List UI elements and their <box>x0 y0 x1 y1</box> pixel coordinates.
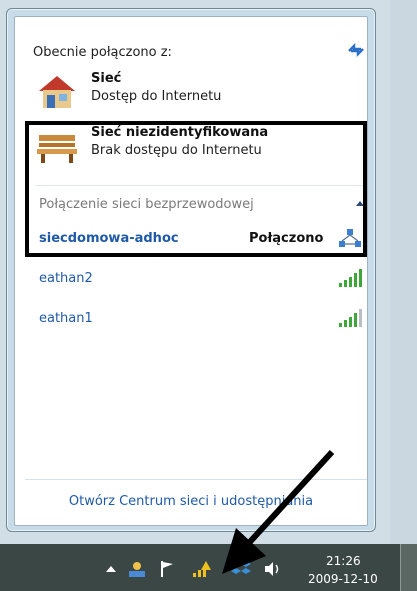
annotation-highlight-box <box>25 121 367 257</box>
clock-time[interactable]: 21:26 <box>326 554 361 568</box>
wifi-network-item[interactable]: eathan2 <box>39 269 367 295</box>
clock-date[interactable]: 2009-12-10 <box>308 572 378 586</box>
open-network-center-link[interactable]: Otwórz Centrum sieci i udostępniania <box>7 494 375 509</box>
refresh-icon[interactable] <box>345 39 367 61</box>
action-center-flag-icon[interactable] <box>156 558 178 580</box>
network-status: Dostęp do Internetu <box>91 89 222 104</box>
network-warning-icon[interactable] <box>190 558 212 580</box>
volume-icon[interactable] <box>262 558 284 580</box>
connected-to-label: Obecnie połączono z: <box>33 45 172 60</box>
home-network-icon <box>39 76 75 108</box>
signal-strength-icon <box>339 309 362 327</box>
network-share-icon[interactable] <box>126 558 148 580</box>
desktop-edge <box>390 0 417 591</box>
wifi-ssid[interactable]: eathan2 <box>39 271 93 286</box>
show-hidden-icon[interactable] <box>100 558 122 580</box>
network-flyout: Obecnie połączono z: Sieć Dostęp do Inte… <box>6 8 376 532</box>
taskbar: 21:26 2009-12-10 <box>0 544 417 591</box>
footer-divider <box>25 479 367 480</box>
flyout-panel: Obecnie połączono z: Sieć Dostęp do Inte… <box>14 16 368 526</box>
wifi-ssid[interactable]: eathan1 <box>39 311 93 326</box>
dropbox-icon[interactable] <box>230 558 252 580</box>
network-name: Sieć <box>91 71 122 86</box>
signal-strength-icon <box>339 269 362 287</box>
show-desktop-button[interactable] <box>400 544 417 591</box>
current-network-home: Sieć Dostęp do Internetu <box>31 69 361 115</box>
wifi-network-item[interactable]: eathan1 <box>39 309 367 335</box>
